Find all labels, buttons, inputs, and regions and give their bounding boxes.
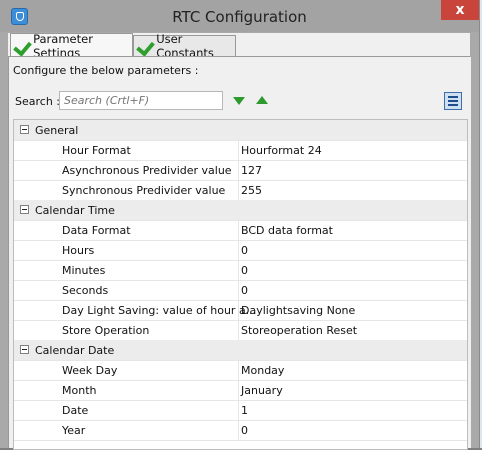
parameter-name: Asynchronous Predivider value <box>62 164 232 177</box>
table-row[interactable]: Seconds 0 <box>14 280 467 301</box>
parameter-value[interactable]: Hourformat 24 <box>241 144 322 157</box>
table-row[interactable]: Data Format BCD data format <box>14 220 467 241</box>
parameter-value[interactable]: 0 <box>241 264 248 277</box>
parameter-value[interactable]: 0 <box>241 284 248 297</box>
group-label: General <box>35 124 79 137</box>
dialog-client: Parameter Settings User Constants Config… <box>8 32 471 450</box>
parameter-name: Data Format <box>62 224 131 237</box>
window-title: RTC Configuration <box>172 8 307 26</box>
parameter-name: Date <box>62 404 89 417</box>
table-row[interactable]: Year 0 <box>14 420 467 441</box>
table-row[interactable]: Synchronous Predivider value 255 <box>14 180 467 201</box>
table-row[interactable]: Minutes 0 <box>14 260 467 281</box>
parameter-value[interactable]: 127 <box>241 164 262 177</box>
close-button[interactable]: x <box>441 0 479 20</box>
list-view-toggle-icon[interactable] <box>444 92 462 110</box>
parameter-name: Day Light Saving: value of hour a... <box>62 304 257 317</box>
parameter-settings-panel: Configure the below parameters : Search … <box>8 57 471 450</box>
intro-text: Configure the below parameters : <box>13 64 199 77</box>
tab-strip: Parameter Settings User Constants <box>8 32 470 60</box>
rtc-configuration-window: RTC Configuration x Parameter Settings U… <box>0 0 480 450</box>
check-icon <box>137 38 153 54</box>
search-input[interactable] <box>59 91 223 110</box>
collapse-icon[interactable] <box>20 205 29 214</box>
parameter-name: Year <box>62 424 86 437</box>
table-row[interactable]: Store Operation Storeoperation Reset <box>14 320 467 341</box>
collapse-icon[interactable] <box>20 125 29 134</box>
collapse-icon[interactable] <box>20 345 29 354</box>
group-row-calendar-date[interactable]: Calendar Date <box>14 340 467 361</box>
check-icon <box>14 38 30 54</box>
parameter-value[interactable]: Storeoperation Reset <box>241 324 357 337</box>
table-row[interactable]: Hour Format Hourformat 24 <box>14 140 467 161</box>
find-previous-up-arrow-icon[interactable] <box>256 96 268 104</box>
group-row-general[interactable]: General <box>14 120 467 141</box>
parameter-name: Synchronous Predivider value <box>62 184 226 197</box>
parameter-name: Hour Format <box>62 144 131 157</box>
parameter-value[interactable]: 1 <box>241 404 248 417</box>
group-row-calendar-time[interactable]: Calendar Time <box>14 200 467 221</box>
parameter-value[interactable]: Daylightsaving None <box>241 304 355 317</box>
parameter-value[interactable]: 255 <box>241 184 262 197</box>
parameter-grid: General Hour Format Hourformat 24 Asynch… <box>13 119 468 450</box>
parameter-value[interactable]: BCD data format <box>241 224 333 237</box>
parameter-value[interactable]: Monday <box>241 364 284 377</box>
find-next-down-arrow-icon[interactable] <box>233 97 245 105</box>
parameter-value[interactable]: 0 <box>241 244 248 257</box>
table-row[interactable]: Hours 0 <box>14 240 467 261</box>
table-row[interactable]: Month January <box>14 380 467 401</box>
parameter-value[interactable]: 0 <box>241 424 248 437</box>
parameter-name: Minutes <box>62 264 106 277</box>
group-label: Calendar Time <box>35 204 115 217</box>
table-row[interactable]: Asynchronous Predivider value 127 <box>14 160 467 181</box>
parameter-name: Hours <box>62 244 95 257</box>
parameter-name: Store Operation <box>62 324 150 337</box>
group-label: Calendar Date <box>35 344 115 357</box>
parameter-name: Seconds <box>62 284 109 297</box>
search-label: Search : <box>15 95 60 108</box>
title-bar[interactable]: RTC Configuration x <box>0 0 479 32</box>
table-row[interactable]: Week Day Monday <box>14 360 467 381</box>
table-row[interactable]: Day Light Saving: value of hour a... Day… <box>14 300 467 321</box>
table-row[interactable]: Date 1 <box>14 400 467 421</box>
tab-parameter-settings[interactable]: Parameter Settings <box>10 32 133 60</box>
parameter-value[interactable]: January <box>241 384 283 397</box>
tab-user-constants[interactable]: User Constants <box>133 32 236 60</box>
parameter-name: Week Day <box>62 364 118 377</box>
parameter-name: Month <box>62 384 97 397</box>
